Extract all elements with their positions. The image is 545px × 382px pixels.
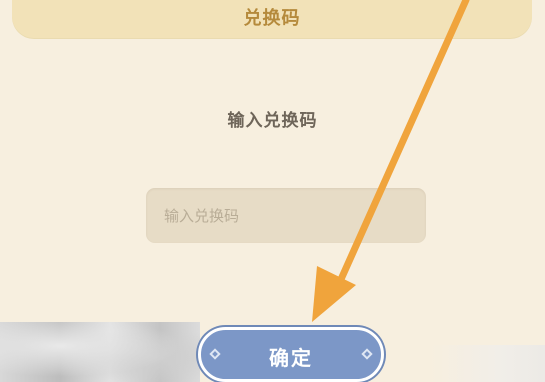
confirm-button[interactable]: 确定 bbox=[198, 327, 384, 382]
redeem-code-input[interactable] bbox=[146, 188, 426, 243]
confirm-button-label: 确定 bbox=[269, 346, 313, 370]
title-bar: 兑换码 bbox=[12, 0, 532, 38]
dialog-title: 兑换码 bbox=[243, 8, 301, 29]
blurred-region-right bbox=[430, 345, 545, 382]
blurred-region bbox=[0, 322, 200, 382]
prompt-label: 输入兑换码 bbox=[227, 111, 318, 131]
code-input-container bbox=[146, 188, 426, 243]
redeem-code-dialog: 兑换码 输入兑换码 确定 bbox=[0, 0, 545, 382]
